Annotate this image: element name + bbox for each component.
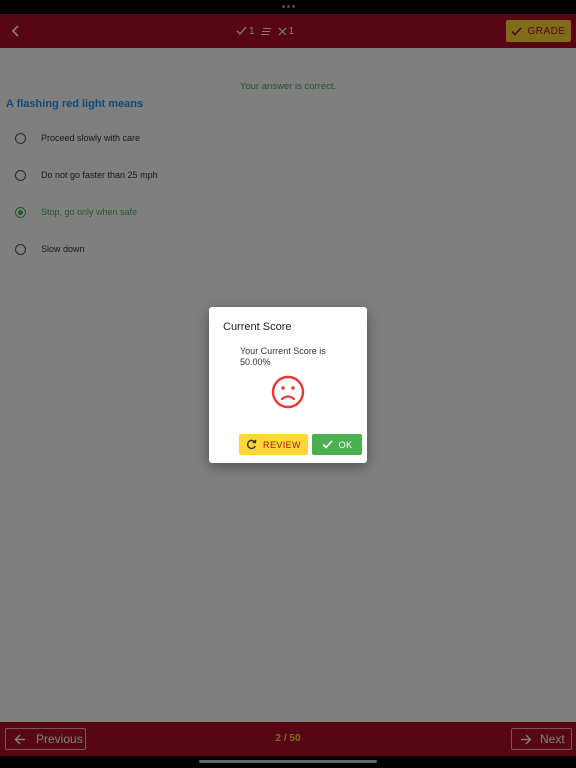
review-label: REVIEW <box>263 439 301 450</box>
review-button[interactable]: REVIEW <box>239 434 308 455</box>
ok-button[interactable]: OK <box>312 434 362 455</box>
score-dialog: Current Score Your Current Score is 50.0… <box>209 307 367 463</box>
score-message: Your Current Score is 50.00% <box>240 346 326 367</box>
check-icon <box>322 440 333 449</box>
sad-face-icon <box>271 375 305 409</box>
dialog-title: Current Score <box>223 321 292 333</box>
refresh-icon <box>247 439 257 450</box>
ok-label: OK <box>338 439 353 450</box>
